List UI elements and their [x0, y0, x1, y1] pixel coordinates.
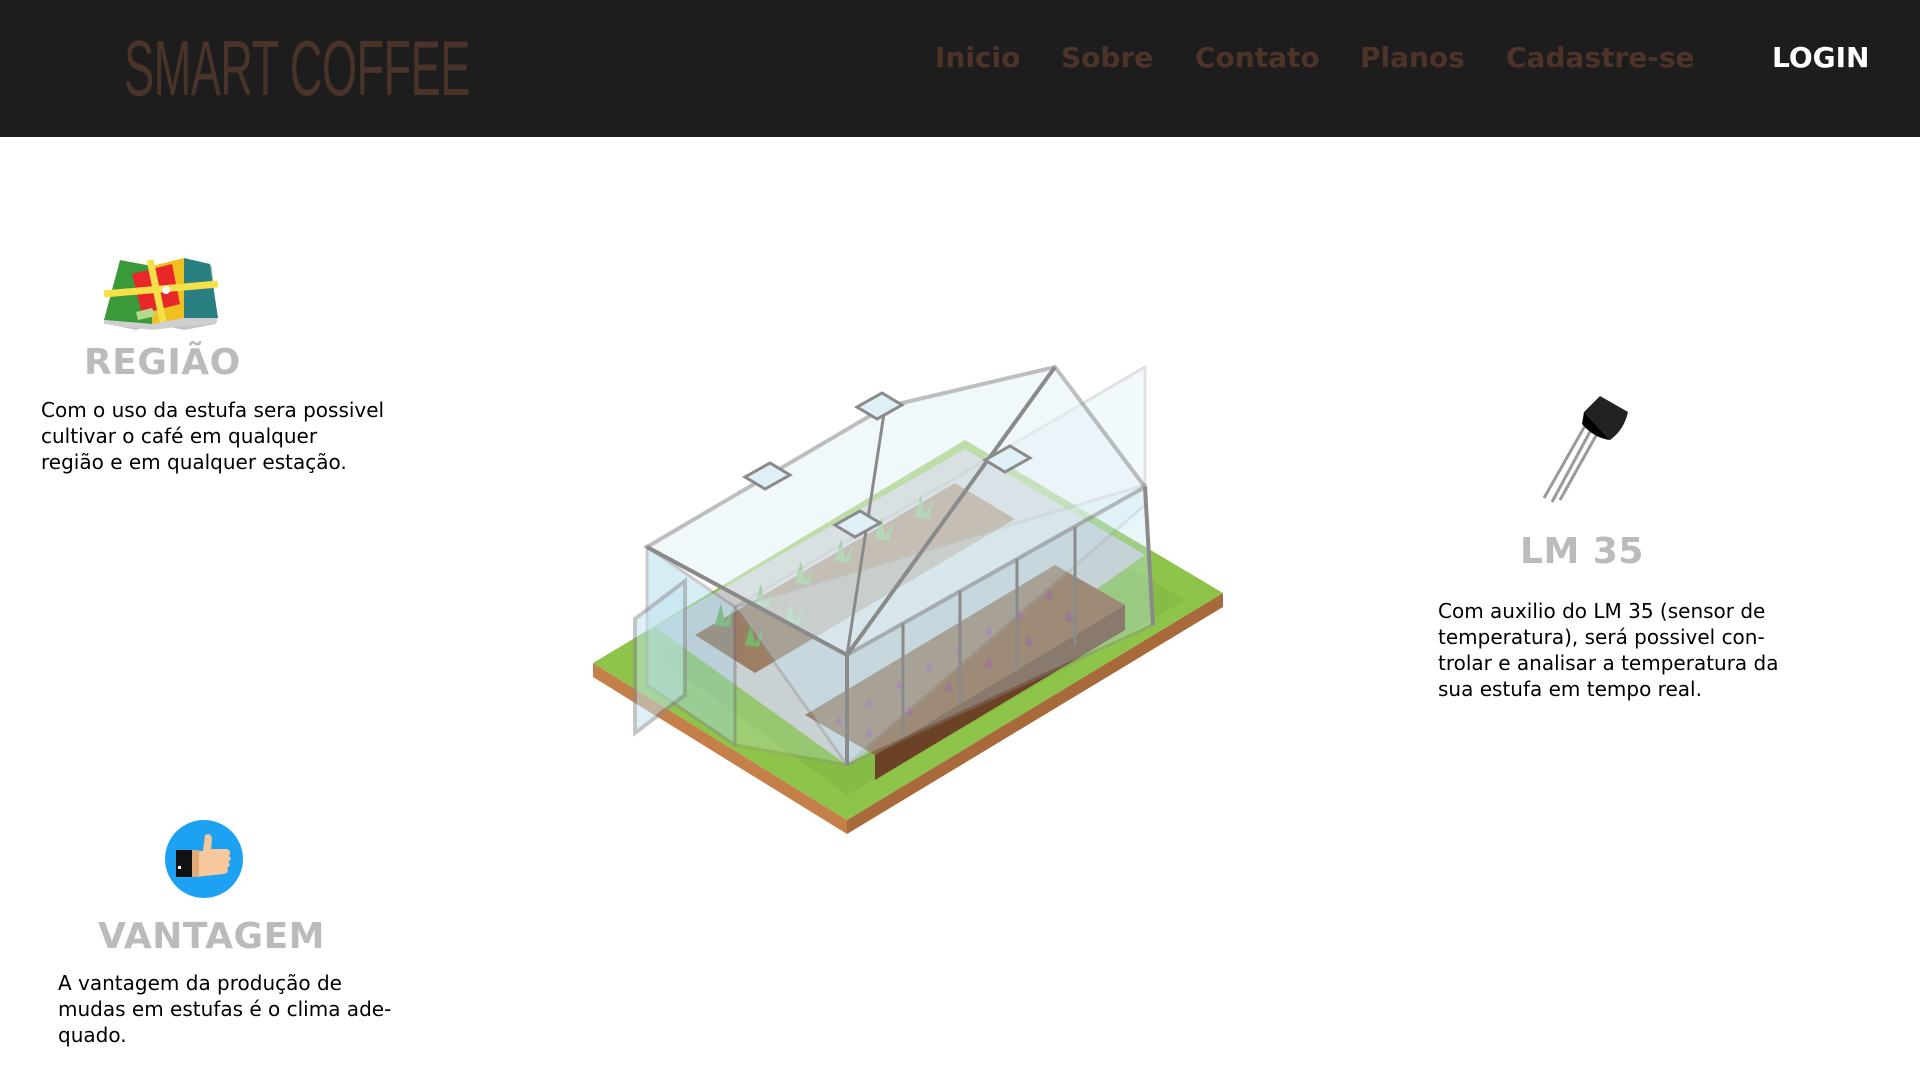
temperature-sensor-icon — [1540, 392, 1630, 504]
map-icon — [100, 254, 220, 330]
top-navigation-bar: SMART COFFEE Inicio Sobre Contato Planos… — [0, 0, 1920, 137]
nav-link-planos[interactable]: Planos — [1360, 38, 1465, 78]
regiao-description-line: cultivar o café em qualquer — [41, 424, 318, 448]
nav-link-inicio[interactable]: Inicio — [935, 38, 1020, 78]
lm35-title: LM 35 — [1520, 531, 1644, 572]
login-link[interactable]: LOGIN — [1772, 38, 1869, 78]
regiao-description: Com o uso da estufa sera possivel cultiv… — [41, 397, 384, 475]
vantagem-description-line: A vantagem da produção de — [58, 971, 342, 995]
regiao-title: REGIÃO — [84, 342, 241, 383]
vantagem-description-line: quado. — [58, 1023, 127, 1047]
greenhouse-illustration — [585, 355, 1225, 840]
site-logo[interactable]: SMART COFFEE — [124, 26, 470, 110]
lm35-description: Com auxilio do LM 35 (sensor de temperat… — [1438, 598, 1779, 702]
vantagem-description: A vantagem da produção de mudas em estuf… — [58, 970, 391, 1048]
lm35-description-line: temperatura), será possivel con- — [1438, 625, 1765, 649]
vantagem-description-line: mudas em estufas é o clima ade- — [58, 997, 392, 1021]
regiao-description-line: região e em qualquer estação. — [41, 450, 347, 474]
nav-link-cadastre-se[interactable]: Cadastre-se — [1506, 38, 1695, 78]
lm35-description-line: sua estufa em tempo real. — [1438, 677, 1702, 701]
lm35-description-line: trolar e analisar a temperatura da — [1438, 651, 1779, 675]
vantagem-title: VANTAGEM — [98, 916, 325, 957]
nav-link-contato[interactable]: Contato — [1195, 38, 1320, 78]
regiao-description-line: Com o uso da estufa sera possivel — [41, 398, 385, 422]
nav-link-sobre[interactable]: Sobre — [1061, 38, 1153, 78]
lm35-description-line: Com auxilio do LM 35 (sensor de — [1438, 599, 1766, 623]
thumbs-up-icon — [165, 820, 243, 898]
